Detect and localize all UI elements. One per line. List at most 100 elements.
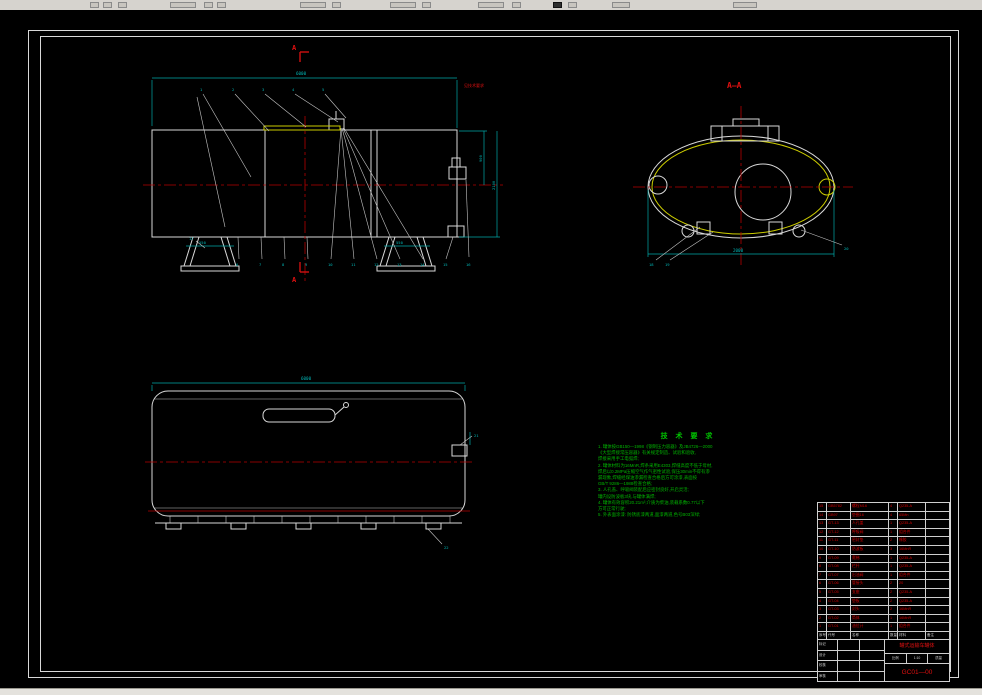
parts-cell-material: 65Mn bbox=[898, 511, 926, 520]
callout-number: 4 bbox=[292, 87, 295, 92]
section-cut-label-bottom: A bbox=[292, 276, 297, 284]
parts-cell-name: 油位计 bbox=[851, 623, 889, 631]
callout-number: 10 bbox=[328, 262, 333, 267]
header-cell: 序号 bbox=[819, 632, 827, 639]
parts-cell-qty: 1 bbox=[889, 614, 898, 623]
parts-cell-name: 支座 bbox=[851, 588, 889, 597]
parts-cell-seq: 10 bbox=[818, 545, 827, 554]
parts-cell-code: GT-08 bbox=[827, 563, 851, 571]
parts-cell-material: Q235-A bbox=[898, 554, 926, 563]
callout-number: 18 bbox=[649, 262, 654, 267]
parts-cell-seq: 8 bbox=[818, 563, 827, 571]
parts-row: 5 GT-05 支座 2 Q235-A bbox=[818, 588, 949, 598]
title-block-blank bbox=[838, 640, 860, 650]
drawing-canvas[interactable]: A A 6000 900 2100 550 550 见技术要求 1 2 3 4 … bbox=[0, 10, 982, 689]
parts-cell-name: 防波板 bbox=[851, 545, 889, 554]
parts-cell-material: Q235-A bbox=[898, 588, 926, 597]
dimension-label: 2100 bbox=[491, 180, 496, 190]
parts-row: 1 GT-01 油位计 1 组合件 bbox=[818, 623, 949, 631]
parts-cell-name: 筒体 bbox=[851, 614, 889, 623]
callout-number: 12 bbox=[374, 262, 379, 267]
title-block-row: 标记 bbox=[818, 640, 884, 651]
parts-cell-qty: 2 bbox=[889, 597, 898, 606]
parts-cell-code: GB97 bbox=[827, 511, 851, 520]
mass-label: 质量 bbox=[935, 656, 943, 660]
callout-number: 15 bbox=[443, 262, 448, 267]
callout-number: 7 bbox=[259, 262, 261, 267]
title-block-label: 审核 bbox=[818, 671, 838, 681]
parts-cell-name: 密封垫 bbox=[851, 537, 889, 545]
parts-cell-code: GT-09 bbox=[827, 554, 851, 563]
callout-number: 17 bbox=[189, 236, 194, 241]
parts-cell-seq: 3 bbox=[818, 606, 827, 614]
callout-number: 5 bbox=[322, 87, 324, 92]
title-block-label: 标记 bbox=[818, 640, 838, 650]
parts-row: 10 GT-10 防波板 3 16MnR bbox=[818, 545, 949, 555]
parts-row: 3 GT-03 封头 2 16MnR bbox=[818, 606, 949, 615]
parts-cell-qty: 1 bbox=[889, 571, 898, 580]
scale-value: 1:10 bbox=[907, 654, 929, 663]
parts-cell-remark bbox=[926, 589, 949, 597]
dimension-label: 6000 bbox=[301, 376, 312, 381]
parts-cell-material: Q235-A bbox=[898, 563, 926, 571]
header-cell: 名称 bbox=[851, 632, 889, 639]
parts-cell-code: GT-12 bbox=[827, 528, 851, 537]
parts-cell-seq: 11 bbox=[818, 537, 827, 545]
callout-number: 8 bbox=[282, 262, 285, 267]
parts-cell-name: 垫圈16 bbox=[851, 511, 889, 520]
title-block-label: 设计 bbox=[818, 650, 838, 660]
title-block-signature-area: 标记 设计 校核 审核 bbox=[818, 640, 885, 681]
section-view[interactable]: A—A 2000 18 19 20 bbox=[633, 81, 853, 267]
dimension-label: 6000 bbox=[296, 71, 307, 76]
callout-number: 22 bbox=[444, 545, 449, 550]
title-block-blank bbox=[860, 651, 884, 661]
header-cell: 代号 bbox=[827, 632, 851, 639]
parts-cell-seq: 12 bbox=[818, 528, 827, 537]
top-view[interactable]: 6000 21 22 bbox=[145, 376, 479, 550]
parts-cell-remark bbox=[926, 580, 949, 588]
parts-cell-qty: 1 bbox=[889, 554, 898, 563]
parts-cell-seq: 6 bbox=[818, 580, 827, 588]
parts-row: 8 GT-08 栏杆 1 Q235-A bbox=[818, 563, 949, 572]
parts-cell-name: 出油阀 bbox=[851, 571, 889, 580]
title-block-scale-row: 比例 1:10 质量 bbox=[885, 654, 949, 664]
parts-cell-seq: 14 bbox=[818, 511, 827, 520]
parts-cell-qty: 4 bbox=[889, 511, 898, 520]
technical-notes: 技 术 要 求 1. 罐体按GB150—1998《钢制压力容器》及JB4726—… bbox=[598, 431, 778, 518]
parts-cell-name: 螺栓M16 bbox=[851, 503, 889, 511]
parts-cell-material: Q235-A bbox=[898, 597, 926, 606]
callout-number: 20 bbox=[844, 246, 849, 251]
parts-row: 15 GB5782 螺栓M16 4 Q235-A bbox=[818, 503, 949, 512]
title-block-label: 校核 bbox=[818, 661, 838, 671]
title-block-blank bbox=[838, 661, 860, 671]
callout-number: 9 bbox=[305, 262, 308, 267]
parts-row: 12 GT-12 呼吸阀 1 组合件 bbox=[818, 528, 949, 538]
title-block-blank bbox=[838, 671, 860, 681]
parts-row: 11 GT-11 密封垫 2 橡胶 bbox=[818, 537, 949, 546]
technical-notes-title: 技 术 要 求 bbox=[660, 433, 716, 440]
cad-application-window: A A 6000 900 2100 550 550 见技术要求 1 2 3 4 … bbox=[0, 0, 982, 695]
parts-cell-seq: 5 bbox=[818, 588, 827, 597]
parts-cell-material: Q235-A bbox=[898, 503, 926, 511]
parts-cell-seq: 4 bbox=[818, 597, 827, 606]
parts-row: 4 GT-04 垫板 2 Q235-A bbox=[818, 597, 949, 607]
callout-number: 1 bbox=[200, 87, 203, 92]
parts-cell-seq: 2 bbox=[818, 614, 827, 623]
side-view[interactable]: A A 6000 900 2100 550 550 见技术要求 1 2 3 4 … bbox=[143, 44, 503, 284]
parts-cell-remark bbox=[926, 615, 949, 623]
parts-cell-seq: 13 bbox=[818, 520, 827, 528]
parts-cell-material: 组合件 bbox=[898, 528, 926, 537]
parts-cell-code: GT-05 bbox=[827, 588, 851, 597]
parts-cell-remark bbox=[926, 563, 949, 571]
parts-cell-remark bbox=[926, 537, 949, 545]
parts-cell-material: 20 bbox=[898, 580, 926, 588]
parts-cell-name: 爬梯 bbox=[851, 554, 889, 563]
parts-cell-qty: 2 bbox=[889, 537, 898, 545]
header-cell: 数量 bbox=[890, 632, 898, 639]
parts-cell-qty: 1 bbox=[889, 528, 898, 537]
parts-cell-seq: 9 bbox=[818, 554, 827, 563]
title-block-blank bbox=[860, 661, 884, 671]
parts-cell-code: GT-02 bbox=[827, 614, 851, 623]
parts-cell-qty: 2 bbox=[889, 580, 898, 588]
parts-cell-qty: 2 bbox=[889, 606, 898, 614]
